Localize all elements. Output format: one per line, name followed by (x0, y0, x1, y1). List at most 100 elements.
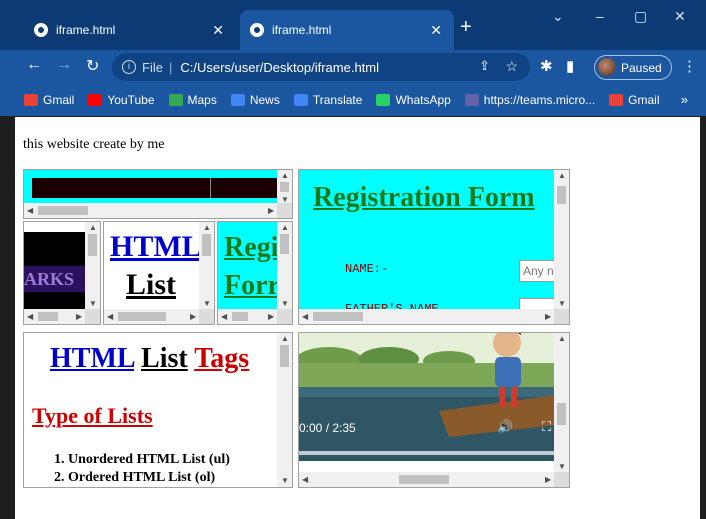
extensions-icon[interactable]: ✱ (540, 57, 553, 75)
iframe-video[interactable]: 0:00 / 2:35 🔊 ⛶ ▲ ▼ ◀ ▶ (298, 332, 570, 488)
scroll-left-icon[interactable]: ◀ (27, 313, 33, 321)
scroll-down-icon[interactable]: ▼ (203, 300, 211, 308)
info-icon[interactable]: i (122, 60, 136, 74)
bookmark-label: WhatsApp (395, 93, 451, 107)
back-icon[interactable]: ← (26, 56, 42, 74)
vertical-scrollbar[interactable]: ▲ ▼ (85, 222, 100, 311)
scroll-down-icon[interactable]: ▼ (89, 300, 97, 308)
scroll-thumb[interactable] (280, 345, 289, 367)
scroll-right-icon[interactable]: ▶ (268, 207, 274, 215)
name-input[interactable] (519, 260, 559, 282)
list-word: List (126, 268, 177, 301)
reload-icon[interactable]: ↻ (86, 56, 99, 76)
scroll-thumb[interactable] (38, 312, 58, 321)
iframe-small-1[interactable]: ARKS ▲ ▼ ◀ ▶ (23, 221, 101, 325)
scroll-up-icon[interactable]: ▲ (281, 224, 289, 232)
bookmarks-bar: Gmail YouTube Maps News Translate WhatsApp htt… (0, 84, 706, 116)
scroll-right-icon[interactable]: ▶ (268, 313, 274, 321)
scroll-thumb[interactable] (232, 312, 248, 321)
scroll-up-icon[interactable]: ▲ (281, 335, 289, 343)
scroll-up-icon[interactable]: ▲ (203, 224, 211, 232)
scroll-down-icon[interactable]: ▼ (558, 300, 566, 308)
close-window-button[interactable]: ✕ (674, 8, 686, 25)
scroll-up-icon[interactable]: ▲ (558, 335, 566, 343)
bookmark-label: Gmail (628, 93, 660, 107)
url-text[interactable]: C:/Users/user/Desktop/iframe.html (180, 60, 379, 75)
scroll-up-icon[interactable]: ▲ (89, 224, 97, 232)
bookmark-item[interactable]: https://teams.micro... (464, 93, 595, 107)
scroll-thumb[interactable] (280, 234, 289, 254)
scroll-thumb[interactable] (557, 403, 566, 425)
share-icon[interactable]: ⇪ (479, 58, 490, 74)
iframe-top-strip[interactable]: ▲ ▼ ◀ ▶ (23, 169, 293, 219)
scroll-thumb[interactable] (118, 312, 166, 321)
iframe-list-tags[interactable]: HTML List Tags Type of Lists Unordered H… (23, 332, 293, 488)
scroll-thumb[interactable] (399, 475, 449, 484)
close-tab-icon[interactable]: ✕ (212, 22, 224, 39)
scroll-thumb[interactable] (38, 206, 88, 215)
iframe-registration[interactable]: Registration Form NAME:- FATHER'S NAME ▲… (298, 169, 570, 325)
sidepanel-icon[interactable]: ▮ (566, 57, 574, 75)
scroll-left-icon[interactable]: ◀ (302, 313, 308, 321)
scroll-thumb[interactable] (557, 186, 566, 204)
forward-icon[interactable]: → (56, 56, 72, 74)
vertical-scrollbar[interactable]: ▲ ▼ (199, 222, 214, 311)
fullscreen-icon[interactable]: ⛶ (542, 419, 551, 435)
scroll-down-icon[interactable]: ▼ (281, 300, 289, 308)
horizontal-scrollbar[interactable]: ◀ ▶ (104, 309, 201, 324)
profile-button[interactable]: Paused (594, 55, 672, 80)
scroll-left-icon[interactable]: ◀ (221, 313, 227, 321)
scroll-up-icon[interactable]: ▲ (281, 172, 289, 180)
scroll-thumb[interactable] (202, 234, 211, 256)
vertical-scrollbar[interactable]: ▲ ▼ (277, 170, 292, 205)
bookmark-star-icon[interactable]: ☆ (505, 58, 518, 75)
bookmark-item[interactable]: News (230, 93, 280, 107)
video-player[interactable] (299, 333, 556, 461)
address-bar[interactable]: i File | C:/Users/user/Desktop/iframe.ht… (112, 53, 530, 81)
scroll-right-icon[interactable]: ▶ (190, 313, 196, 321)
minimize-button[interactable]: – (596, 8, 604, 24)
scroll-down-icon[interactable]: ▼ (558, 463, 566, 471)
scroll-right-icon[interactable]: ▶ (545, 476, 551, 484)
vertical-scrollbar[interactable]: ▲ ▼ (277, 333, 292, 487)
menu-icon[interactable]: ⋮ (682, 57, 697, 75)
scroll-right-icon[interactable]: ▶ (76, 313, 82, 321)
bookmark-item[interactable]: Maps (168, 93, 217, 107)
scroll-right-icon[interactable]: ▶ (545, 313, 551, 321)
scroll-down-icon[interactable]: ▼ (281, 477, 289, 485)
volume-icon[interactable]: 🔊 (497, 419, 513, 435)
iframe-small-2[interactable]: HTML List ▲ ▼ ◀ ▶ (103, 221, 215, 325)
scroll-thumb[interactable] (88, 234, 97, 256)
scroll-thumb[interactable] (280, 182, 289, 192)
scroll-thumb[interactable] (313, 312, 363, 321)
new-tab-button[interactable]: + (460, 16, 472, 39)
maximize-button[interactable]: ▢ (634, 8, 647, 25)
bookmarks-overflow-icon[interactable]: » (681, 92, 688, 107)
html-word: HTML (110, 230, 202, 263)
horizontal-scrollbar[interactable]: ◀ ▶ (24, 309, 87, 324)
bookmark-item[interactable]: Gmail (24, 93, 74, 107)
bookmark-item[interactable]: YouTube (88, 93, 155, 107)
bookmark-label: YouTube (107, 93, 155, 107)
bookmark-item[interactable]: WhatsApp (376, 93, 451, 107)
bookmark-item[interactable]: Translate (293, 93, 362, 107)
iframe-small-3[interactable]: Regi Forr ▲ ▼ ◀ ▶ (217, 221, 293, 325)
tab-active[interactable]: iframe.html ✕ (240, 10, 454, 50)
horizontal-scrollbar[interactable]: ◀ ▶ (218, 309, 279, 324)
vertical-scrollbar[interactable]: ▲ ▼ (554, 170, 569, 311)
close-tab-icon[interactable]: ✕ (430, 22, 442, 39)
horizontal-scrollbar[interactable]: ◀ ▶ (299, 309, 556, 324)
scroll-left-icon[interactable]: ◀ (302, 476, 308, 484)
registration-title: Registration Form (313, 182, 535, 213)
horizontal-scrollbar[interactable]: ◀ ▶ (24, 203, 279, 218)
tab-search-icon[interactable]: ⌄ (552, 8, 564, 25)
form-word: Forr (224, 270, 280, 301)
vertical-scrollbar[interactable]: ▲ ▼ (554, 333, 569, 474)
vertical-scrollbar[interactable]: ▲ ▼ (277, 222, 292, 311)
bookmark-item[interactable]: Gmail (609, 93, 660, 107)
horizontal-scrollbar[interactable]: ◀ ▶ (299, 472, 556, 487)
scroll-up-icon[interactable]: ▲ (558, 172, 566, 180)
scroll-left-icon[interactable]: ◀ (107, 313, 113, 321)
scroll-left-icon[interactable]: ◀ (27, 207, 33, 215)
tab-inactive[interactable]: iframe.html ✕ (24, 10, 236, 50)
